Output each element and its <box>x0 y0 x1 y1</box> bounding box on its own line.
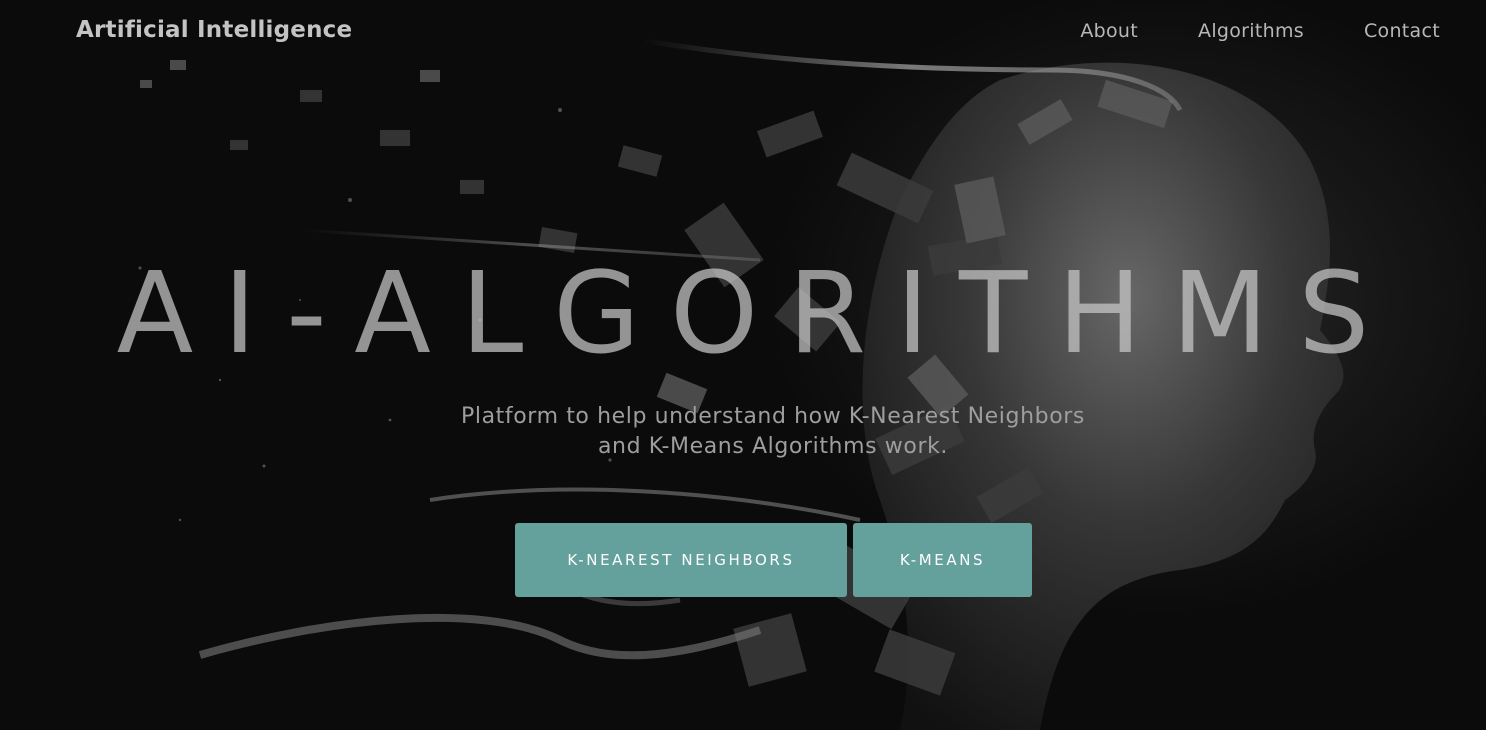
hero-button-row: K-NEAREST NEIGHBORS K-MEANS <box>515 523 1032 597</box>
hero-subtitle: Platform to help understand how K-Neares… <box>461 404 1085 459</box>
knn-button[interactable]: K-NEAREST NEIGHBORS <box>515 523 847 597</box>
hero-title: AI-ALGORITHMS <box>116 249 1400 379</box>
nav-links: About Algorithms Contact <box>1080 20 1440 42</box>
nav-link-about[interactable]: About <box>1080 20 1138 42</box>
brand-link[interactable]: Artificial Intelligence <box>76 17 352 43</box>
navbar: Artificial Intelligence About Algorithms… <box>0 0 1486 64</box>
nav-link-algorithms[interactable]: Algorithms <box>1198 20 1304 42</box>
kmeans-button[interactable]: K-MEANS <box>853 523 1032 597</box>
nav-link-contact[interactable]: Contact <box>1364 20 1440 42</box>
